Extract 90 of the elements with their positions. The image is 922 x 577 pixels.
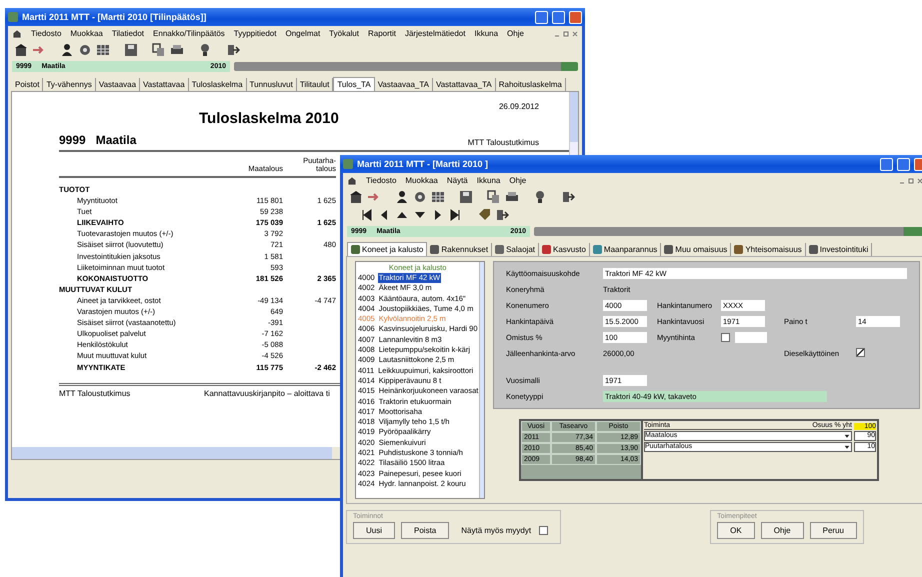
menu-item[interactable]: Järjestelmätiedot: [404, 29, 466, 38]
close-button[interactable]: [569, 10, 582, 24]
tab[interactable]: Poistot: [12, 78, 44, 91]
dialog-button[interactable]: Peruu: [810, 522, 857, 539]
tab[interactable]: Maanparannus: [590, 243, 662, 256]
checkbox[interactable]: [539, 526, 548, 535]
tab[interactable]: Salaojat: [492, 243, 539, 256]
menu-item[interactable]: Raportit: [368, 29, 396, 38]
tab-icon: [542, 245, 551, 254]
floppy-icon[interactable]: [459, 190, 473, 204]
dialog-button[interactable]: OK: [717, 522, 755, 539]
tab[interactable]: Vastattavaa_TA: [432, 78, 496, 91]
menu-item[interactable]: Muokkaa: [70, 29, 103, 38]
menu-item[interactable]: Näytä: [446, 176, 468, 185]
tab-icon: [351, 245, 360, 254]
menu-item[interactable]: Ohje: [509, 176, 526, 185]
tab-icon: [808, 245, 818, 254]
tab[interactable]: Tulos_TA: [333, 77, 375, 91]
tab[interactable]: Yhteisomaisuus: [731, 243, 806, 256]
grid-icon[interactable]: [431, 190, 445, 204]
tab[interactable]: Tunnusluvut: [246, 78, 297, 91]
tab-icon: [495, 245, 504, 254]
menu-item[interactable]: Tiedosto: [31, 29, 62, 38]
printer-icon[interactable]: [505, 190, 519, 204]
tab-icon: [592, 245, 602, 254]
person-icon[interactable]: [60, 43, 74, 57]
menu-item[interactable]: Ikkuna: [474, 29, 498, 38]
bulb-icon[interactable]: [198, 43, 212, 57]
copy-icon[interactable]: [487, 190, 501, 204]
organisation: MTT Taloustutkimus: [468, 138, 539, 147]
tab-icon: [430, 245, 440, 254]
input-field[interactable]: [735, 332, 767, 343]
menu-item[interactable]: Muokkaa: [405, 176, 438, 185]
tab[interactable]: Vastaavaa: [96, 78, 140, 91]
window-title: Martti 2011 MTT - [Martti 2010 [Tilinpäätös]]: [22, 12, 208, 22]
report-title: Tuloslaskelma 2010: [199, 110, 339, 127]
action-button[interactable]: Uusi: [353, 522, 396, 539]
menu-item[interactable]: Tyyppitiedot: [234, 29, 276, 38]
person-icon[interactable]: [395, 190, 409, 204]
menu-item[interactable]: Ikkuna: [476, 176, 500, 185]
building-icon[interactable]: [349, 190, 363, 204]
exit-icon[interactable]: [226, 43, 240, 57]
exit-icon[interactable]: [495, 208, 509, 222]
report-date: 26.09.2012: [498, 102, 539, 113]
tag-icon[interactable]: [477, 208, 491, 222]
menu-item[interactable]: Tilatiedot: [112, 29, 144, 38]
menu-item[interactable]: Ongelmat: [285, 29, 320, 38]
tab-icon: [664, 245, 674, 254]
maximize-button[interactable]: [897, 158, 910, 170]
window-title: Martti 2011 MTT - [Martti 2010 ]: [357, 159, 490, 169]
tab-icon: [734, 245, 744, 254]
app-icon: [8, 12, 18, 22]
bulb-icon[interactable]: [533, 190, 547, 204]
footer-text: MTT Taloustutkimus: [59, 388, 132, 398]
exit-icon[interactable]: [561, 190, 575, 204]
scrollbar[interactable]: [570, 92, 578, 142]
printer-icon[interactable]: [170, 43, 184, 57]
maximize-button[interactable]: [552, 10, 565, 24]
scrollbar[interactable]: [12, 447, 332, 459]
mdi-buttons-drawing[interactable]: [554, 30, 578, 38]
footer-text: Kannattavuuskirjanpito – aloittava ti: [204, 388, 330, 398]
tab[interactable]: Ty-vähennys: [43, 78, 96, 91]
tab[interactable]: Koneet ja kalusto: [347, 242, 428, 256]
grid-icon[interactable]: [96, 43, 110, 57]
tab[interactable]: Muu omaisuus: [661, 243, 732, 256]
menu-item[interactable]: Työkalut: [329, 29, 359, 38]
checkbox[interactable]: [721, 333, 730, 342]
floppy-icon[interactable]: [124, 43, 138, 57]
menu-item[interactable]: Tiedosto: [366, 176, 396, 185]
dialog-button[interactable]: Ohje: [760, 522, 804, 539]
scrollbar[interactable]: [479, 262, 484, 498]
menu-item[interactable]: Ohje: [507, 29, 524, 38]
minimize-button[interactable]: [535, 10, 548, 24]
minimize-button[interactable]: [880, 158, 893, 170]
copy-icon[interactable]: [152, 43, 166, 57]
action-button[interactable]: Poista: [401, 522, 450, 539]
tab[interactable]: Rahoituslaskelma: [496, 78, 566, 91]
tab[interactable]: Tuloslaskelma: [188, 78, 247, 91]
menu-item[interactable]: Ennakko/Tilinpäätös: [153, 29, 225, 38]
building-icon[interactable]: [14, 43, 28, 57]
checkbox[interactable]: [856, 348, 865, 357]
tab[interactable]: Vastattavaa: [140, 78, 189, 91]
tab[interactable]: Rakennukset: [427, 243, 492, 256]
tab[interactable]: Vastaavaa_TA: [374, 78, 433, 91]
app-icon: [343, 159, 353, 169]
farm-heading: 9999 Maatila: [59, 133, 136, 147]
tab[interactable]: Kasvusto: [539, 243, 590, 256]
mdi-buttons-drawing[interactable]: [899, 176, 922, 184]
checkbox-label: Näytä myös myydyt: [461, 526, 532, 535]
tab[interactable]: Investointituki: [806, 243, 872, 256]
